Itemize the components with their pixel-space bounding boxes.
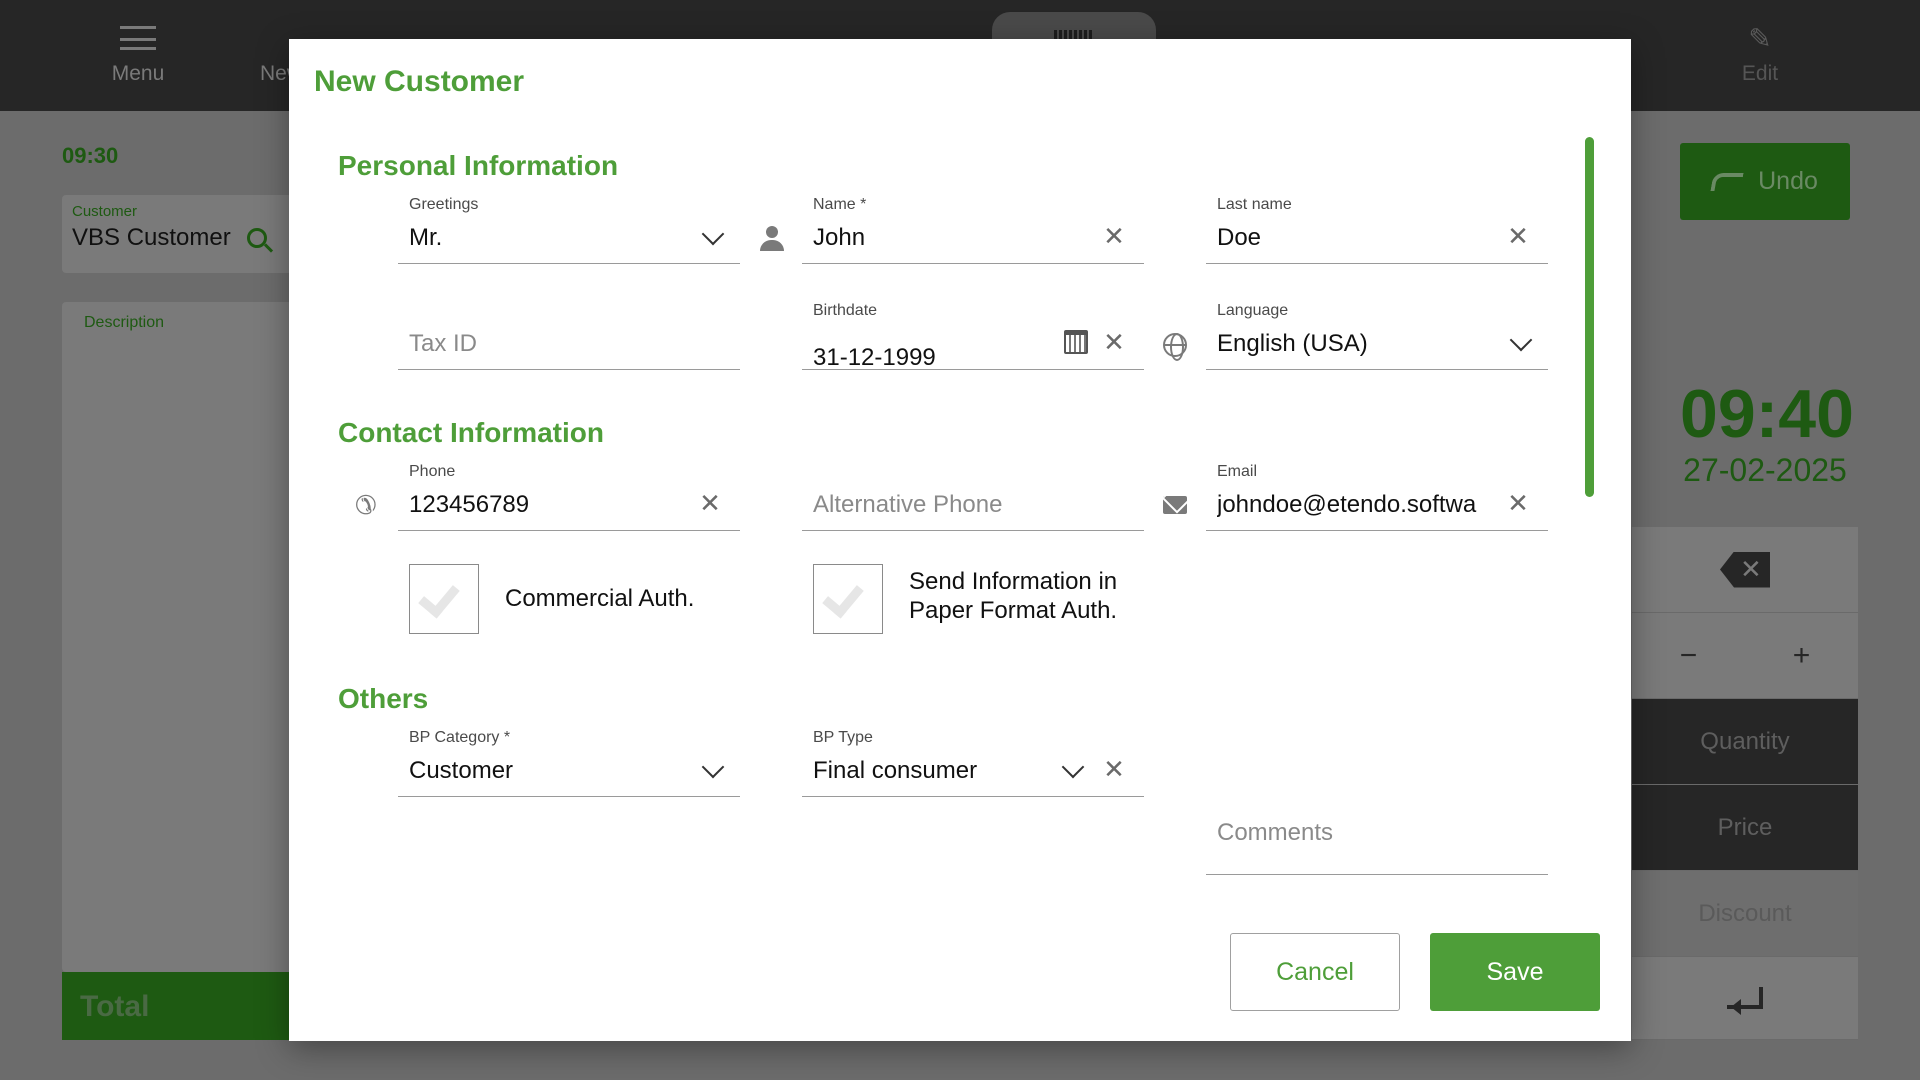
quantity-key[interactable]: Quantity	[1632, 699, 1858, 785]
commercial-auth-checkbox[interactable]	[409, 564, 479, 634]
dialog-title: New Customer	[314, 65, 525, 98]
new-customer-dialog: New Customer Personal Information Greeti…	[289, 39, 1631, 1041]
birthdate-label: Birthdate	[813, 302, 878, 319]
menu-icon	[120, 26, 156, 50]
chevron-down-icon[interactable]	[700, 226, 726, 244]
scrollbar[interactable]	[1585, 137, 1594, 497]
last-name-value[interactable]: Doe	[1217, 224, 1261, 252]
calendar-icon[interactable]	[1064, 330, 1088, 354]
paper-format-auth-line2: Paper Format Auth.	[909, 597, 1118, 624]
new-label: New	[260, 62, 290, 85]
language-value: English (USA)	[1217, 330, 1368, 357]
description-label: Description	[84, 314, 165, 331]
price-key[interactable]: Price	[1632, 785, 1858, 871]
phone-field[interactable]: Phone 123456789 ✕	[398, 463, 740, 531]
chevron-down-icon[interactable]	[1060, 759, 1086, 777]
search-icon[interactable]	[246, 228, 267, 248]
customer-label: Customer	[72, 203, 138, 220]
birthdate-value[interactable]: 31-12-1999	[813, 344, 936, 372]
name-label: Name *	[813, 196, 867, 213]
last-name-field[interactable]: Last name Doe ✕	[1206, 196, 1548, 264]
paper-format-auth-checkbox[interactable]	[813, 564, 883, 634]
language-label: Language	[1217, 302, 1289, 319]
pencil-icon: ✎	[1748, 22, 1772, 54]
bp-category-label: BP Category *	[409, 729, 511, 746]
paper-format-auth-label: Send Information in Paper Format Auth.	[909, 567, 1117, 625]
alternative-phone-field[interactable]: Alternative Phone	[802, 463, 1144, 531]
keypad: − + Quantity Price Discount	[1632, 527, 1858, 1040]
greetings-value: Mr.	[409, 224, 443, 251]
edit-button[interactable]: ✎ Edit	[1690, 18, 1830, 98]
name-field[interactable]: Name * John ✕	[802, 196, 1144, 264]
section-contact-information: Contact Information	[338, 417, 604, 448]
undo-icon	[1710, 172, 1744, 191]
customer-value: VBS Customer	[72, 224, 231, 251]
language-select[interactable]: Language English (USA)	[1206, 302, 1548, 370]
minus-key[interactable]: −	[1632, 613, 1745, 698]
last-name-label: Last name	[1217, 196, 1292, 213]
session-time: 09:30	[62, 143, 119, 168]
phone-value[interactable]: 123456789	[409, 491, 529, 519]
undo-label: Undo	[1758, 167, 1818, 195]
check-icon	[822, 575, 864, 619]
paper-format-auth-line1: Send Information in	[909, 568, 1118, 595]
plus-minus-row: − +	[1632, 613, 1858, 699]
check-icon	[418, 575, 460, 619]
mail-icon	[1161, 491, 1189, 519]
cancel-button[interactable]: Cancel	[1230, 933, 1400, 1011]
total-bar: Total	[62, 972, 292, 1040]
email-label: Email	[1217, 463, 1258, 480]
person-icon	[758, 225, 786, 253]
tax-id-field[interactable]: Tax ID	[398, 302, 740, 370]
save-button[interactable]: Save	[1430, 933, 1600, 1011]
undo-button[interactable]: Undo	[1680, 143, 1850, 220]
email-field[interactable]: Email johndoe@etendo.softwa ✕	[1206, 463, 1548, 531]
alternative-phone-placeholder: Alternative Phone	[813, 491, 1003, 518]
date: 27-02-2025	[1683, 452, 1847, 488]
backspace-key[interactable]	[1632, 527, 1858, 613]
phone-icon: ✆	[355, 489, 377, 520]
clear-birthdate-icon[interactable]: ✕	[1100, 327, 1128, 357]
clear-name-icon[interactable]: ✕	[1100, 221, 1128, 251]
tax-id-placeholder: Tax ID	[409, 330, 478, 357]
clear-email-icon[interactable]: ✕	[1504, 488, 1532, 518]
plus-key[interactable]: +	[1745, 613, 1858, 698]
chevron-down-icon[interactable]	[700, 759, 726, 777]
backspace-icon	[1720, 551, 1770, 588]
bp-type-select[interactable]: BP Type Final consumer ✕	[802, 729, 1144, 797]
clear-phone-icon[interactable]: ✕	[696, 488, 724, 518]
greetings-select[interactable]: Greetings Mr.	[398, 196, 740, 264]
comments-placeholder: Comments	[1217, 819, 1334, 846]
edit-label: Edit	[1741, 62, 1779, 85]
clear-bp-type-icon[interactable]: ✕	[1100, 754, 1128, 784]
clock: 09:40	[1680, 376, 1854, 452]
section-personal-information: Personal Information	[338, 150, 619, 181]
section-others: Others	[338, 683, 429, 714]
bp-type-label: BP Type	[813, 729, 873, 746]
comments-field[interactable]: Comments	[1206, 807, 1548, 875]
bp-type-value: Final consumer	[813, 757, 978, 784]
customer-field[interactable]: Customer VBS Customer	[62, 195, 292, 273]
birthdate-field[interactable]: Birthdate 31-12-1999 ✕	[802, 302, 1144, 372]
greetings-label: Greetings	[409, 196, 479, 213]
globe-icon	[1161, 331, 1189, 361]
commercial-auth-label: Commercial Auth.	[505, 585, 695, 612]
total-label: Total	[80, 990, 150, 1023]
bp-category-select[interactable]: BP Category * Customer	[398, 729, 740, 797]
menu-button[interactable]: Menu	[68, 18, 208, 98]
email-value[interactable]: johndoe@etendo.softwa	[1217, 491, 1479, 519]
bp-category-value: Customer	[409, 757, 514, 784]
phone-label: Phone	[409, 463, 456, 480]
name-value[interactable]: John	[813, 224, 865, 252]
new-button[interactable]: New	[238, 18, 290, 98]
menu-label: Menu	[111, 62, 165, 85]
enter-key[interactable]	[1632, 957, 1858, 1040]
description-panel: Description	[62, 302, 292, 972]
chevron-down-icon[interactable]	[1508, 332, 1534, 350]
clear-last-name-icon[interactable]: ✕	[1504, 221, 1532, 251]
enter-icon	[1727, 987, 1763, 1015]
discount-key[interactable]: Discount	[1632, 871, 1858, 957]
